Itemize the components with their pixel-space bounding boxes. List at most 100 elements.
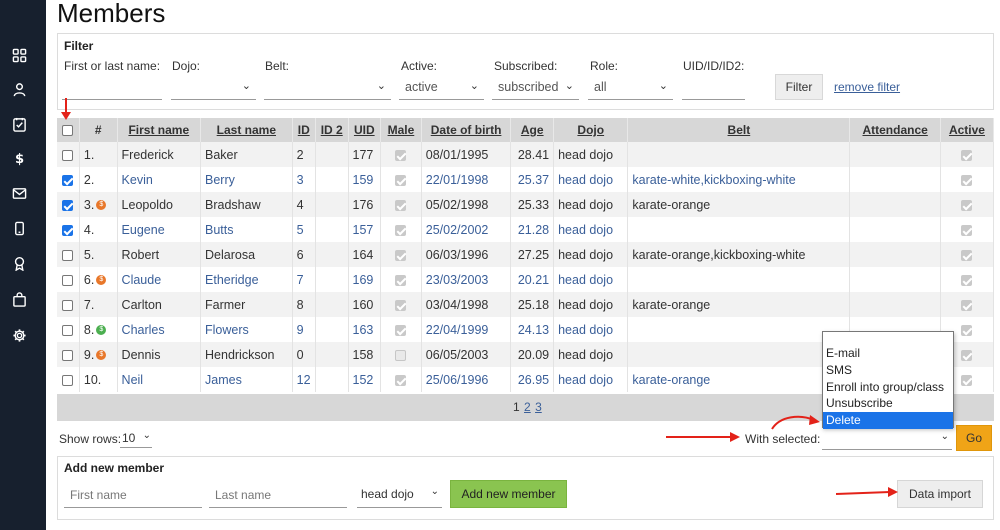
name-filter-input[interactable] (62, 76, 162, 100)
new-last-name-input[interactable] (209, 482, 347, 508)
col-dob[interactable]: Date of birth (421, 118, 512, 142)
col-last-name[interactable]: Last name (200, 118, 293, 142)
pagination: 1 2 3 (513, 400, 542, 414)
last-name-cell[interactable]: Butts (200, 217, 293, 242)
row-select-cell[interactable] (57, 167, 80, 192)
table-row: 2. Kevin Berry 3 159 22/01/1998 25.37 head dojo… (57, 167, 995, 192)
dojo-filter-select[interactable]: ⌄ (171, 76, 256, 100)
new-dojo-select[interactable]: head dojo ⌄ (357, 482, 442, 508)
add-member-button[interactable]: Add new member (450, 480, 567, 508)
option-unsubscribe[interactable]: Unsubscribe (823, 395, 953, 412)
dojo-cell: head dojo (553, 367, 629, 392)
row-select-cell[interactable] (57, 367, 80, 392)
last-name-cell[interactable]: Baker (200, 142, 293, 167)
bulk-action-select[interactable]: ⌄ (822, 428, 952, 450)
first-name-cell[interactable]: Robert (117, 242, 202, 267)
col-age[interactable]: Age (510, 118, 555, 142)
col-dojo[interactable]: Dojo (553, 118, 629, 142)
option-email[interactable]: E-mail (823, 345, 953, 362)
row-select-checkbox[interactable] (62, 299, 74, 311)
row-select-cell[interactable] (57, 192, 80, 217)
row-select-checkbox[interactable] (62, 174, 74, 186)
col-id2[interactable]: ID 2 (315, 118, 349, 142)
gear-icon[interactable] (11, 327, 27, 343)
active-checkbox (961, 374, 973, 386)
new-first-name-input[interactable] (64, 482, 202, 508)
row-select-checkbox[interactable] (62, 224, 74, 236)
col-uid[interactable]: UID (348, 118, 382, 142)
col-attendance[interactable]: Attendance (849, 118, 941, 142)
user-icon[interactable] (11, 81, 27, 97)
last-name-cell[interactable]: Farmer (200, 292, 293, 317)
row-select-cell[interactable] (57, 317, 80, 342)
first-name-cell[interactable]: Neil (117, 367, 202, 392)
col-belt[interactable]: Belt (627, 118, 851, 142)
col-male[interactable]: Male (380, 118, 422, 142)
data-import-button[interactable]: Data import (897, 480, 983, 508)
dob-cell: 25/02/2002 (421, 217, 512, 242)
belt-cell: karate-orange (627, 367, 851, 392)
last-name-cell[interactable]: Berry (200, 167, 293, 192)
row-select-checkbox[interactable] (62, 199, 74, 211)
option-delete[interactable]: Delete (823, 412, 953, 429)
row-select-cell[interactable] (57, 142, 80, 167)
first-name-cell[interactable]: Claude (117, 267, 202, 292)
row-select-cell[interactable] (57, 242, 80, 267)
row-select-cell[interactable] (57, 267, 80, 292)
row-select-cell[interactable] (57, 217, 80, 242)
option-enroll[interactable]: Enroll into group/class (823, 379, 953, 396)
checklist-icon[interactable] (11, 116, 27, 132)
col-first-name[interactable]: First name (117, 118, 202, 142)
belt-cell (627, 142, 851, 167)
active-checkbox (961, 249, 973, 261)
last-name-cell[interactable]: James (200, 367, 293, 392)
page-title: Members (57, 0, 166, 28)
row-select-cell[interactable] (57, 292, 80, 317)
row-select-checkbox[interactable] (62, 274, 74, 286)
male-cell (380, 167, 422, 192)
last-name-cell[interactable]: Bradshaw (200, 192, 293, 217)
envelope-icon[interactable] (11, 185, 27, 201)
award-icon[interactable] (11, 255, 27, 271)
active-checkbox (961, 324, 973, 336)
dollar-icon[interactable]: $ (11, 150, 27, 166)
first-name-cell[interactable]: Dennis (117, 342, 202, 367)
rows-per-page-select[interactable]: 10 ⌄ (120, 428, 152, 448)
last-name-cell[interactable]: Delarosa (200, 242, 293, 267)
grid-icon[interactable] (11, 47, 27, 63)
bag-icon[interactable] (11, 291, 27, 307)
row-select-checkbox[interactable] (62, 324, 74, 336)
first-name-cell[interactable]: Charles (117, 317, 202, 342)
first-name-cell[interactable]: Carlton (117, 292, 202, 317)
belt-filter-select[interactable]: ⌄ (264, 76, 391, 100)
go-button[interactable]: Go (956, 425, 992, 451)
first-name-cell[interactable]: Leopoldo (117, 192, 202, 217)
remove-filter-link[interactable]: remove filter (834, 80, 900, 94)
first-name-cell[interactable]: Kevin (117, 167, 202, 192)
phone-icon[interactable] (11, 220, 27, 236)
uid-filter-input[interactable] (682, 76, 745, 100)
row-select-checkbox[interactable] (62, 249, 74, 261)
row-select-checkbox[interactable] (62, 149, 74, 161)
col-id[interactable]: ID (292, 118, 316, 142)
active-filter-select[interactable]: active ⌄ (399, 76, 484, 100)
page-link-3[interactable]: 3 (535, 400, 542, 414)
page-link-2[interactable]: 2 (524, 400, 531, 414)
first-name-cell[interactable]: Frederick (117, 142, 202, 167)
last-name-cell[interactable]: Hendrickson (200, 342, 293, 367)
first-name-cell[interactable]: Eugene (117, 217, 202, 242)
subscribed-filter-select[interactable]: subscribed ⌄ (492, 76, 579, 100)
row-select-cell[interactable] (57, 342, 80, 367)
col-active[interactable]: Active (940, 118, 995, 142)
last-name-cell[interactable]: Flowers (200, 317, 293, 342)
role-filter-select[interactable]: all ⌄ (588, 76, 673, 100)
row-select-checkbox[interactable] (62, 349, 74, 361)
last-name-cell[interactable]: Etheridge (200, 267, 293, 292)
active-checkbox (961, 149, 973, 161)
filter-button[interactable]: Filter (775, 74, 823, 100)
uid-filter-label: UID/ID/ID2: (683, 59, 745, 73)
option-sms[interactable]: SMS (823, 362, 953, 379)
row-select-checkbox[interactable] (62, 374, 74, 386)
male-cell (380, 367, 422, 392)
select-all-checkbox[interactable] (62, 125, 74, 137)
